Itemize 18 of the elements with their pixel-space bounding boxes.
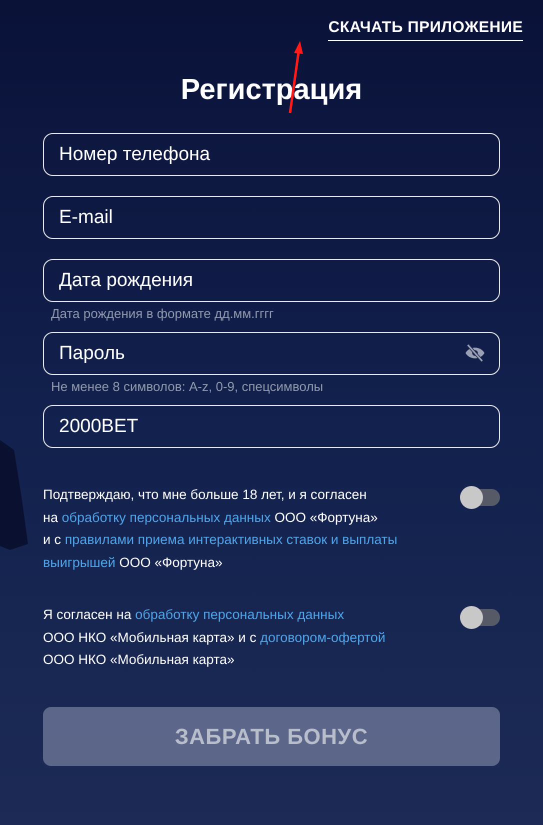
field-hint: Не менее 8 символов: A-z, 0-9, спецсимволы [51, 379, 324, 395]
input-field[interactable]: Номер телефона [43, 133, 500, 176]
password-field[interactable]: Пароль [43, 332, 500, 375]
field-hint: Дата рождения в формате дд.мм.гггг [51, 306, 275, 322]
toggle-switch[interactable] [460, 608, 500, 626]
download-app-link[interactable]: СКАЧАТЬ ПРИЛОЖЕНИЕ [328, 19, 523, 41]
consent-text: Подтверждаю, что мне больше 18 лет, и я согласен на обработку персональных данных ООО «Фортуна» и с правилами приема интерактивных ставок и выплаты выигрышей ООО «Фортуна» [43, 486, 398, 572]
toggle-switch[interactable] [460, 489, 500, 506]
consent-text: Я согласен на обработку персональных данных ООО НКО «Мобильная карта» и с договором-офертой ООО НКО «Мобильная карта» [43, 606, 386, 670]
terms-link[interactable]: договором-офертой [260, 630, 386, 645]
eye-slash-icon[interactable] [464, 344, 486, 362]
terms-link[interactable]: правилами приема интерактивных ставок и выплаты [64, 532, 398, 548]
input-field[interactable]: 2000BET [43, 405, 500, 448]
input-field[interactable]: Дата рождения [43, 259, 500, 302]
input-field[interactable]: E-mail [43, 196, 500, 239]
terms-link[interactable]: обработку персональных данных [135, 606, 344, 622]
terms-link[interactable]: выигрышей [43, 555, 116, 570]
terms-link[interactable]: обработку персональных данных [62, 510, 271, 525]
